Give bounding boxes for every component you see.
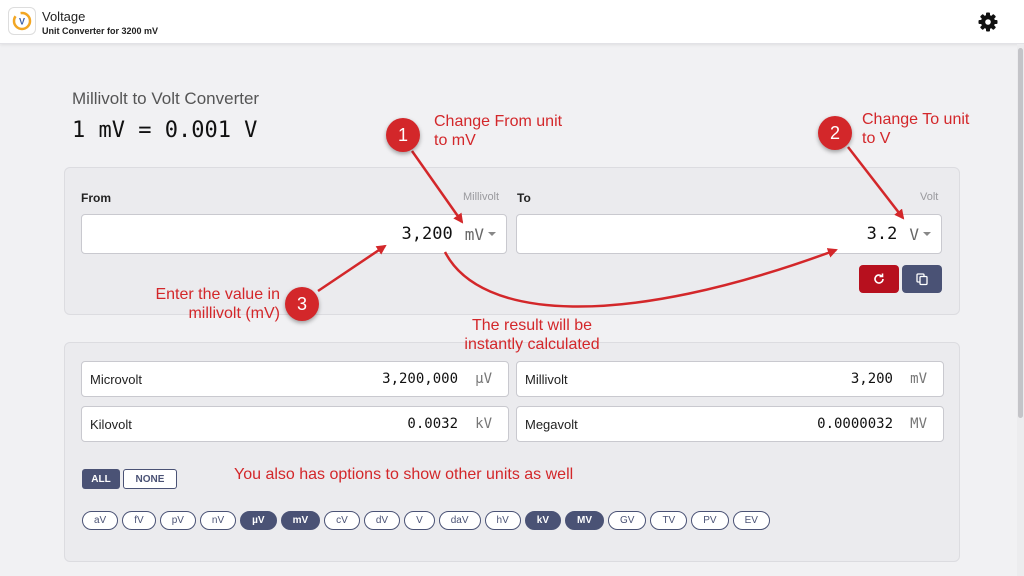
arrow-result — [443, 248, 838, 308]
annotation-line: Change To unit — [862, 111, 970, 128]
annotation-line: millivolt (mV) — [188, 305, 280, 322]
annotation-line: Change From unit — [434, 113, 563, 130]
annotation-line: The result will be — [471, 317, 593, 334]
step-1-badge: 1 — [386, 118, 420, 152]
arrow-step2 — [847, 146, 905, 220]
step-2-text: Change To unit to V — [862, 110, 969, 148]
step-3-text: Enter the value in millivolt (mV) — [128, 285, 280, 323]
step-2-badge: 2 — [818, 116, 852, 150]
arrow-step3 — [317, 244, 387, 293]
annotation-line: instantly calculated — [464, 336, 600, 353]
step-3-badge: 3 — [285, 287, 319, 321]
arrow-step1 — [410, 150, 464, 224]
annotation-line: to V — [862, 130, 891, 147]
options-note: You also has options to show other units… — [234, 466, 574, 483]
step-1-text: Change From unit to mV — [434, 112, 562, 150]
annotation-line: to mV — [434, 132, 476, 149]
annotation-line: Enter the value in — [155, 286, 280, 303]
result-note: The result will be instantly calculated — [432, 316, 632, 354]
